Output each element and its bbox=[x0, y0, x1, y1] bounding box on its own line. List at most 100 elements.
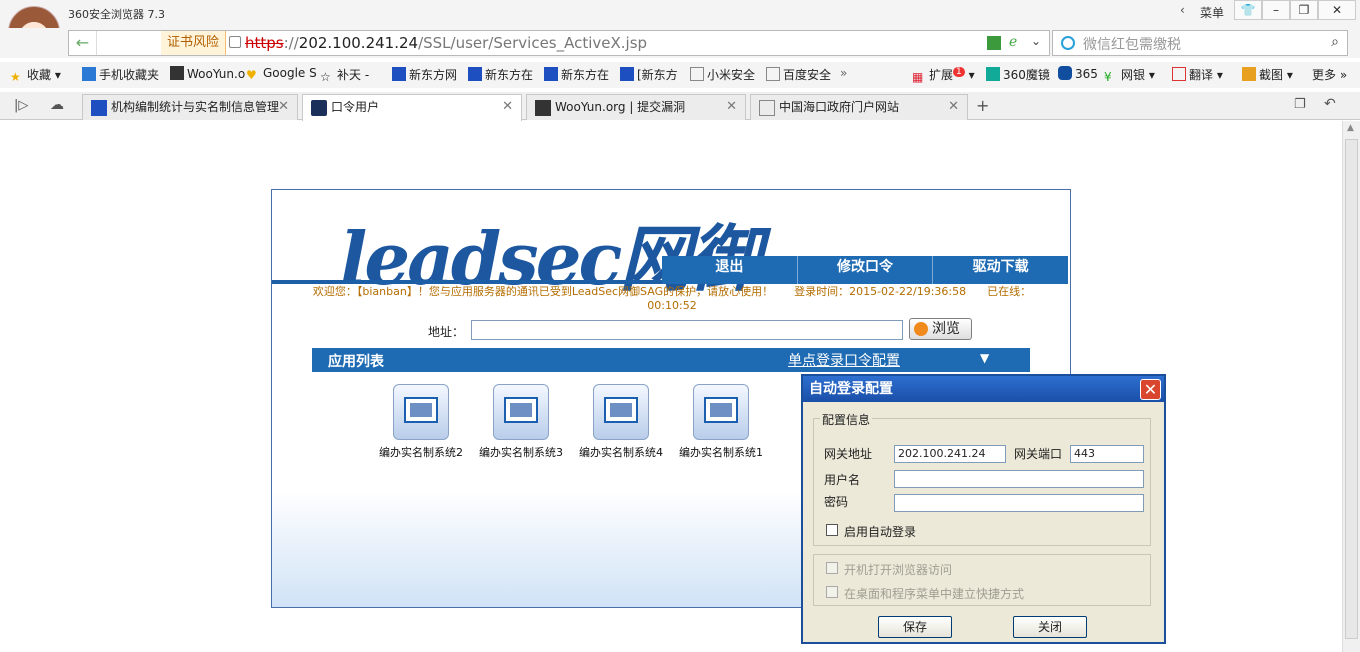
back-icon[interactable]: ← bbox=[69, 31, 97, 55]
bookmark-item[interactable]: ★ 收藏 ▾ bbox=[10, 66, 61, 84]
app-item[interactable]: 编办实名制系统1 bbox=[671, 384, 771, 460]
vertical-scrollbar[interactable]: ▲ bbox=[1342, 121, 1360, 652]
startup-group: 开机打开浏览器访问 在桌面和程序菜单中建立快捷方式 bbox=[813, 554, 1151, 606]
bookmark-item[interactable]: 百度安全 bbox=[766, 66, 831, 83]
dialog-close-button[interactable]: ✕ bbox=[1140, 379, 1161, 400]
bookmark-item[interactable]: ☆ 补天 - bbox=[320, 66, 369, 84]
dropdown-arrow-icon[interactable]: ▼ bbox=[980, 351, 989, 365]
bookmark-item[interactable]: 新东方在 bbox=[468, 66, 533, 83]
qrcode-icon[interactable] bbox=[987, 36, 1001, 50]
tab-org-management[interactable]: 机构编制统计与实名制信息管理 ✕ bbox=[82, 94, 298, 120]
address-label: 地址： bbox=[428, 325, 465, 339]
bookmarks-bar: ★ 收藏 ▾ 手机收藏夹 WooYun.o ♥ Google S ☆ 补天 - 新东方… bbox=[0, 62, 1360, 88]
tab-bar: |▷ ☁ 机构编制统计与实名制信息管理 ✕ 口令用户 ✕ WooYun.org … bbox=[0, 92, 1360, 121]
title-bar: 360安全浏览器 7.3 ‹ 菜单 👕 – ❐ ✕ bbox=[0, 0, 1360, 58]
password-label: 密码 bbox=[824, 495, 849, 509]
toolbar-bank[interactable]: ¥ 网银 ▾ bbox=[1104, 66, 1155, 84]
ssl-icon bbox=[311, 100, 327, 116]
paw-icon bbox=[392, 67, 406, 81]
restore-button[interactable]: ❐ bbox=[1290, 0, 1318, 20]
minimize-button[interactable]: – bbox=[1262, 0, 1290, 20]
app-item[interactable]: 编办实名制系统3 bbox=[471, 384, 571, 460]
username-input[interactable] bbox=[894, 470, 1144, 488]
shortcut-checkbox[interactable] bbox=[826, 586, 838, 598]
toolbar-screenshot[interactable]: 截图 ▾ bbox=[1242, 66, 1293, 83]
skin-icon[interactable]: 👕 bbox=[1234, 0, 1262, 20]
search-input[interactable]: 微信红包需缴税 bbox=[1083, 34, 1181, 54]
app-window-icon bbox=[693, 384, 749, 440]
cloud-icon[interactable]: ☁ bbox=[50, 97, 64, 113]
app-list-header: 应用列表 单点登录口令配置 ▼ bbox=[312, 348, 1030, 372]
close-tab-icon[interactable]: ✕ bbox=[726, 95, 737, 119]
sso-config-link[interactable]: 单点登录口令配置 bbox=[788, 350, 900, 370]
bookmark-item[interactable]: [新东方 bbox=[620, 66, 678, 83]
more-bookmarks-icon[interactable]: » bbox=[840, 66, 847, 80]
toolbar-more[interactable]: 更多 » bbox=[1312, 66, 1347, 83]
tab-haikou-gov[interactable]: 中国海口政府门户网站 ✕ bbox=[750, 94, 968, 120]
bookmark-item[interactable]: 新东方网 bbox=[392, 66, 457, 83]
close-button[interactable]: 关闭 bbox=[1013, 616, 1087, 638]
shortcut-label: 在桌面和程序菜单中建立快捷方式 bbox=[844, 587, 1025, 601]
scroll-thumb[interactable] bbox=[1345, 139, 1358, 639]
address-input[interactable] bbox=[471, 320, 903, 340]
toolbar-365[interactable]: 365 bbox=[1058, 66, 1098, 81]
paw-icon bbox=[91, 100, 107, 116]
app-item[interactable]: 编办实名制系统2 bbox=[371, 384, 471, 460]
undo-close-icon[interactable]: ↶ bbox=[1324, 96, 1336, 112]
save-button[interactable]: 保存 bbox=[878, 616, 952, 638]
change-password-link[interactable]: 修改口令 bbox=[796, 256, 933, 284]
navigation-bar: ↻ ⌂ ← 证书风险 https://202.100.241.24/SSL/us… bbox=[0, 28, 1360, 58]
toolbar-translate[interactable]: 翻译 ▾ bbox=[1172, 66, 1223, 83]
search-engine-icon[interactable] bbox=[1061, 36, 1075, 50]
address-bar[interactable]: ← 证书风险 https://202.100.241.24/SSL/user/S… bbox=[68, 30, 1050, 56]
ie-mode-icon[interactable]: ℯ bbox=[1009, 34, 1017, 50]
chevron-left-icon[interactable]: ‹ bbox=[1180, 3, 1185, 17]
cert-warning-badge[interactable]: 证书风险 bbox=[161, 31, 227, 55]
scroll-up-icon[interactable]: ▲ bbox=[1347, 123, 1354, 133]
config-group-title: 配置信息 bbox=[820, 411, 873, 428]
driver-download-link[interactable]: 驱动下载 bbox=[932, 256, 1068, 284]
new-tab-icon[interactable]: + bbox=[976, 96, 989, 115]
app-item[interactable]: 编办实名制系统4 bbox=[571, 384, 671, 460]
doc-icon bbox=[766, 67, 780, 81]
mirror-icon bbox=[986, 67, 1000, 81]
paw-icon bbox=[620, 67, 634, 81]
auto-login-dialog: 自动登录配置 ✕ 配置信息 网关地址 202.100.241.24 网关端口 4… bbox=[801, 374, 1166, 644]
chevron-down-icon[interactable]: ⌄ bbox=[1031, 34, 1041, 48]
tab-token-user[interactable]: 口令用户 ✕ bbox=[302, 94, 522, 121]
close-tab-icon[interactable]: ✕ bbox=[948, 95, 959, 119]
wooyun-icon bbox=[170, 66, 184, 80]
bookmark-item[interactable]: 手机收藏夹 bbox=[82, 66, 159, 83]
gateway-address-input[interactable]: 202.100.241.24 bbox=[894, 445, 1006, 463]
sidebar-toggle-icon[interactable]: |▷ bbox=[14, 98, 28, 113]
lock-broken-icon[interactable] bbox=[229, 36, 241, 48]
dialog-title: 自动登录配置 bbox=[803, 376, 1164, 402]
welcome-message: 欢迎您：【bianban】！您与应用服务器的通讯已受到LeadSec网御SAG的… bbox=[312, 285, 1032, 312]
gateway-port-input[interactable]: 443 bbox=[1070, 445, 1144, 463]
search-icon[interactable]: ⌕ bbox=[1331, 34, 1339, 50]
bookmark-item[interactable]: ♥ Google S bbox=[246, 66, 317, 82]
close-tab-icon[interactable]: ✕ bbox=[502, 95, 513, 119]
url-text[interactable]: https://202.100.241.24/SSL/user/Services… bbox=[245, 31, 647, 55]
doc-icon bbox=[690, 67, 704, 81]
tab-list-icon[interactable]: ❐ bbox=[1294, 97, 1306, 112]
browse-button[interactable]: 浏览 bbox=[909, 318, 972, 340]
logout-link[interactable]: 退出 bbox=[662, 256, 797, 284]
bookmark-item[interactable]: WooYun.o bbox=[170, 66, 245, 81]
extension-icon: ▦ bbox=[912, 70, 924, 84]
menu-button[interactable]: 菜单 bbox=[1200, 4, 1224, 21]
toolbar-extension[interactable]: ▦ 扩展 1 ▾ bbox=[912, 66, 975, 84]
paw-icon bbox=[544, 67, 558, 81]
close-tab-icon[interactable]: ✕ bbox=[278, 95, 289, 119]
toolbar-magic-mirror[interactable]: 360魔镜 bbox=[986, 66, 1050, 83]
password-input[interactable] bbox=[894, 494, 1144, 512]
open-on-boot-checkbox[interactable] bbox=[826, 562, 838, 574]
star-plus-icon: ★ bbox=[10, 70, 21, 84]
magnifier-icon bbox=[914, 322, 928, 336]
tab-wooyun[interactable]: WooYun.org | 提交漏洞 ✕ bbox=[526, 94, 746, 120]
close-window-button[interactable]: ✕ bbox=[1318, 0, 1356, 20]
bookmark-item[interactable]: 小米安全 bbox=[690, 66, 755, 83]
search-box[interactable]: 微信红包需缴税 ⌕ bbox=[1052, 30, 1348, 56]
auto-login-checkbox[interactable] bbox=[826, 524, 838, 536]
bookmark-item[interactable]: 新东方在 bbox=[544, 66, 609, 83]
